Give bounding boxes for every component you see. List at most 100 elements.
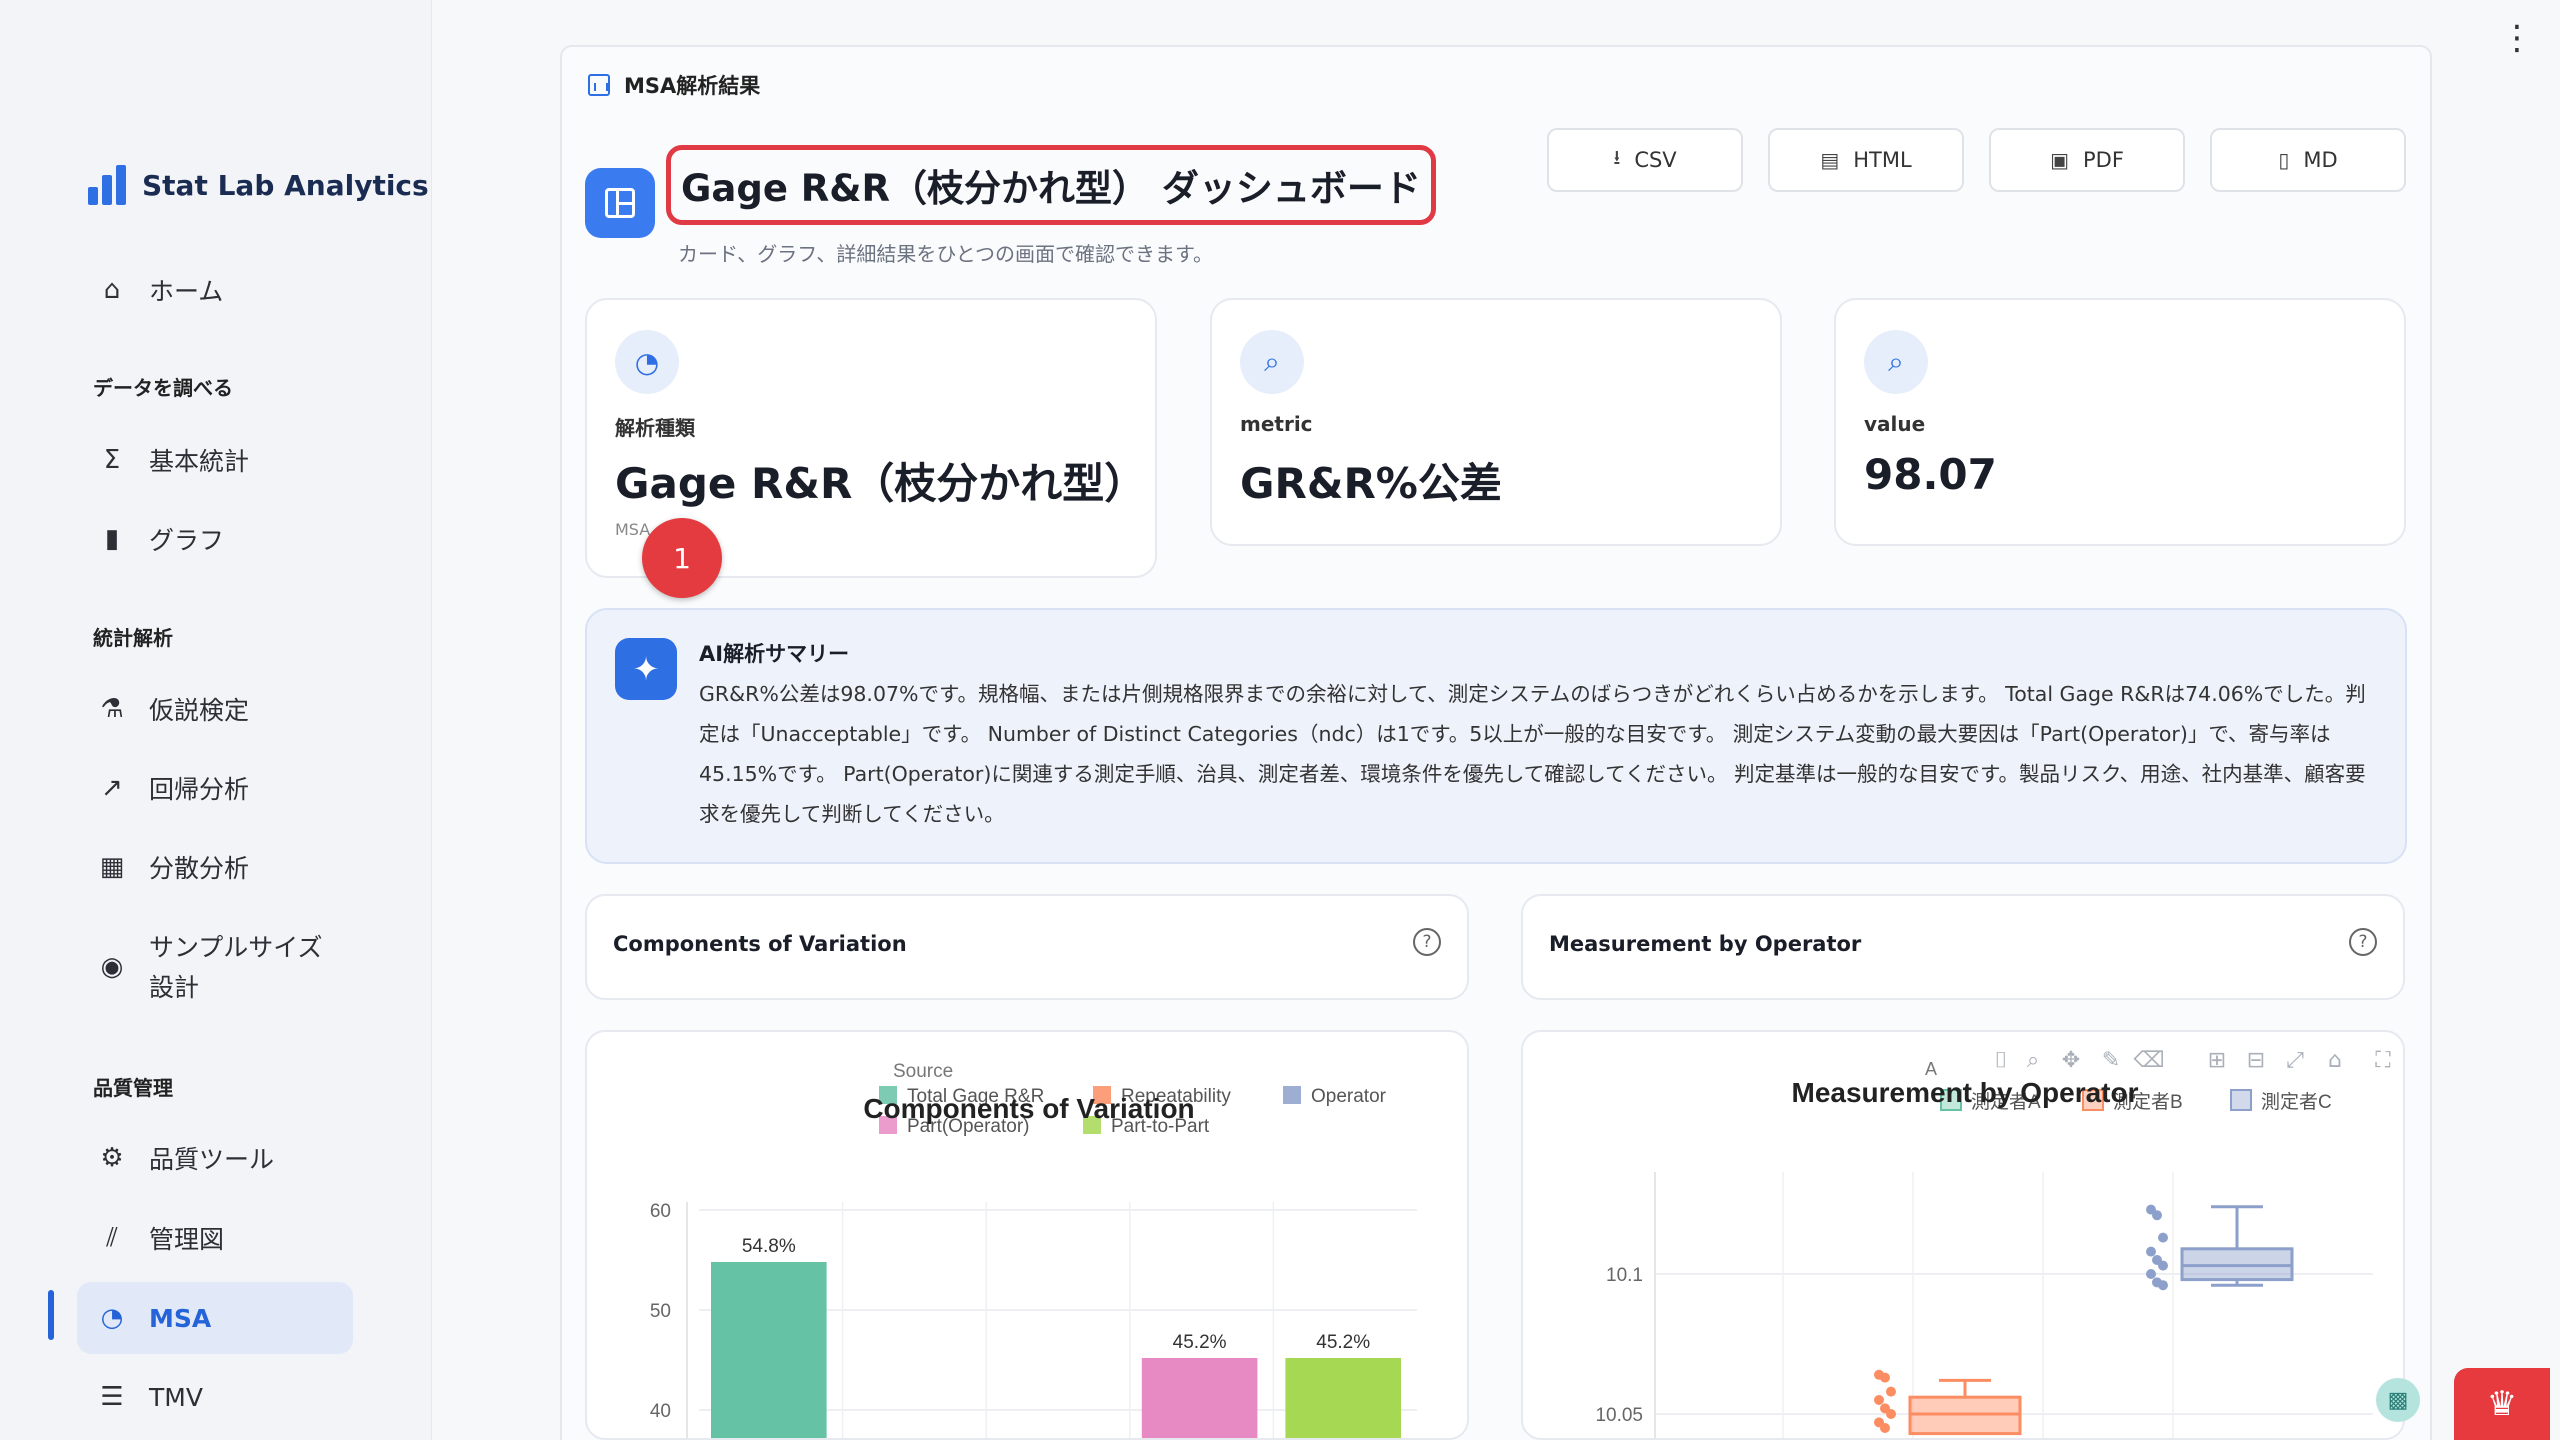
kpi-value: GR&R%公差 xyxy=(1240,459,1502,508)
sidebar-item-regression[interactable]: ↗ 回帰分析 xyxy=(77,752,353,824)
sidebar-item-label: TMV xyxy=(149,1382,203,1412)
sidebar-item-label: ホーム xyxy=(149,277,224,306)
page-subtitle: カード、グラフ、詳細結果をひとつの画面で確認できます。 xyxy=(678,242,1213,266)
data-point xyxy=(2146,1246,2156,1257)
data-point xyxy=(1880,1423,1890,1433)
data-point xyxy=(2158,1232,2168,1243)
export-pdf-button[interactable]: ▣ PDF xyxy=(1989,128,2185,192)
components-bar-chart: 40506054.8%45.2% 45.2%SourceTotal Gage R&… xyxy=(650,1061,1417,1438)
chart-line-icon: ⫽ xyxy=(106,1222,118,1253)
sidebar: Stat Lab Analytics ⌂ ホーム データを調べる Σ 基本統計 … xyxy=(0,0,432,1440)
kpi-value: Gage R&R（枝分かれ型） xyxy=(615,459,1147,508)
trend-up-icon: ↗ xyxy=(101,773,123,803)
ai-summary-card: ✦ AI解析サマリー GR&R%公差は98.07%です。規格幅、または片側規格限… xyxy=(585,608,2407,864)
kpi-label: metric xyxy=(1240,412,1313,436)
sidebar-item-label: MSA xyxy=(149,1303,212,1333)
export-csv-button[interactable]: ⭳ CSV xyxy=(1547,128,1743,192)
button-label: MD xyxy=(2303,148,2338,172)
home-icon: ⌂ xyxy=(103,275,121,305)
sidebar-item-hypothesis[interactable]: ⚗ 仮説検定 xyxy=(77,673,353,745)
active-indicator xyxy=(48,1290,54,1340)
panel-title: Measurement by Operator xyxy=(1549,932,1862,956)
y-tick-label: 10.05 xyxy=(1595,1405,1643,1426)
dashboard-icon xyxy=(585,168,655,238)
y-tick-label: 50 xyxy=(650,1301,671,1322)
button-label: HTML xyxy=(1853,148,1912,172)
sidebar-item-control-chart[interactable]: ⫽ 管理図 xyxy=(77,1202,353,1274)
chart-title: Measurement by Operator xyxy=(1792,1077,2139,1108)
sidebar-item-quality-tools[interactable]: ⚙ 品質ツール xyxy=(77,1122,353,1194)
file-icon: ▯ xyxy=(2278,148,2290,172)
chart-components-of-variation: 40 50 60 54.8% 45.2% 45.2% Source Total Gage R&… xyxy=(585,1030,1469,1440)
export-html-button[interactable]: ▤ HTML xyxy=(1768,128,1964,192)
pdf-icon: ▣ xyxy=(2050,148,2069,172)
gauge-icon: ◔ xyxy=(615,330,679,394)
legend-title: Source xyxy=(893,1061,953,1082)
result-tab[interactable]: MSA解析結果 xyxy=(588,70,760,100)
kpi-card-metric: ⌕ metric GR&R%公差 xyxy=(1210,298,1782,546)
bar-chart-logo-icon xyxy=(88,165,128,205)
data-point xyxy=(1886,1409,1896,1419)
help-icon[interactable]: ? xyxy=(1413,928,1441,956)
sidebar-item-tmv[interactable]: ☰ TMV xyxy=(77,1361,353,1433)
help-icon[interactable]: ? xyxy=(2349,928,2377,956)
sidebar-item-label: 品質ツール xyxy=(149,1145,275,1174)
brand-name: Stat Lab Analytics xyxy=(142,168,429,202)
sidebar-item-label: 管理図 xyxy=(149,1225,225,1254)
more-menu-icon[interactable]: ⋮ xyxy=(2500,21,2534,55)
sidebar-item-label: 分散分析 xyxy=(149,854,250,883)
sidebar-item-msa[interactable]: ◔ MSA xyxy=(77,1282,353,1354)
chart-title: Components of Variation xyxy=(863,1093,1194,1124)
sidebar-item-label: 基本統計 xyxy=(149,447,250,476)
kpi-label: 解析種類 xyxy=(615,416,695,440)
sidebar-item-label: 回帰分析 xyxy=(149,775,250,804)
bar-chart-icon: ▮ xyxy=(104,524,120,554)
chart-box-icon xyxy=(588,74,610,96)
data-point xyxy=(2152,1210,2162,1221)
bar xyxy=(711,1262,827,1438)
sidebar-item-sample-size[interactable]: ◉ サンプルサイズ設計 xyxy=(77,920,353,1016)
page-title: Gage R&R（枝分かれ型） ダッシュボード xyxy=(666,145,1436,225)
brand[interactable]: Stat Lab Analytics xyxy=(88,165,429,205)
chart-measurement-by-operator: 10.05 10.1 ⌷ ⌕ ✥ ✎ ⌫ ⊞ ⊟ ⤢ ⌂ ⛶ A 測定者A 測定者B 測定者C Measurem… xyxy=(1521,1030,2405,1440)
flask-icon: ⚗ xyxy=(100,694,124,724)
data-point xyxy=(1880,1372,1890,1383)
panel-title: Components of Variation xyxy=(613,932,907,956)
sidebar-item-label: 仮説検定 xyxy=(149,696,250,725)
modebar-icon: ⌷ xyxy=(1994,1048,2007,1073)
sidebar-item-graph[interactable]: ▮ グラフ xyxy=(77,503,353,575)
data-label: 45.2% xyxy=(1316,1332,1370,1353)
modebar-icon: ✥ xyxy=(2062,1048,2080,1073)
crown-icon[interactable]: ♛ xyxy=(2454,1368,2550,1440)
y-tick-label: 10.1 xyxy=(1606,1265,1643,1286)
data-label: 45.2% xyxy=(1173,1332,1227,1353)
assistant-icon[interactable]: ▩ xyxy=(2376,1378,2420,1422)
sigma-icon: Σ xyxy=(103,445,121,475)
panel-header-operator: Measurement by Operator ? xyxy=(1521,894,2405,1000)
summary-text: GR&R%公差は98.07%です。規格幅、または片側規格限界までの余裕に対して、… xyxy=(699,682,2366,826)
button-label: CSV xyxy=(1634,148,1677,172)
download-icon: ⭳ xyxy=(1613,145,1621,169)
modebar-icon: ⊞ xyxy=(2208,1048,2226,1073)
modebar-icon: ✎ xyxy=(2102,1048,2120,1073)
y-tick-label: 40 xyxy=(650,1401,671,1422)
sidebar-item-basic-stats[interactable]: Σ 基本統計 xyxy=(77,424,353,496)
modebar-icon: ⛶ xyxy=(2375,1048,2391,1073)
legend-swatch xyxy=(2230,1089,2252,1111)
modebar-icon: ⌂ xyxy=(2328,1048,2342,1073)
step-badge: 1 xyxy=(642,518,722,598)
sidebar-item-anova[interactable]: ▦ 分散分析 xyxy=(77,831,353,903)
kpi-card-value: ⌕ value 98.07 xyxy=(1834,298,2406,546)
export-md-button[interactable]: ▯ MD xyxy=(2210,128,2406,192)
legend-label: 測定者C xyxy=(2261,1091,2332,1113)
kpi-value: 98.07 xyxy=(1864,450,1997,499)
legend-swatch xyxy=(1283,1086,1301,1104)
sidebar-item-home[interactable]: ⌂ ホーム xyxy=(77,254,353,326)
bar xyxy=(1141,1358,1258,1438)
data-point xyxy=(2146,1269,2156,1279)
gauge-icon: ◔ xyxy=(100,1303,124,1333)
legend-label: Operator xyxy=(1311,1086,1387,1107)
grid-icon: ▦ xyxy=(99,852,125,882)
data-point xyxy=(2158,1280,2168,1291)
sliders-icon: ☰ xyxy=(100,1382,124,1412)
